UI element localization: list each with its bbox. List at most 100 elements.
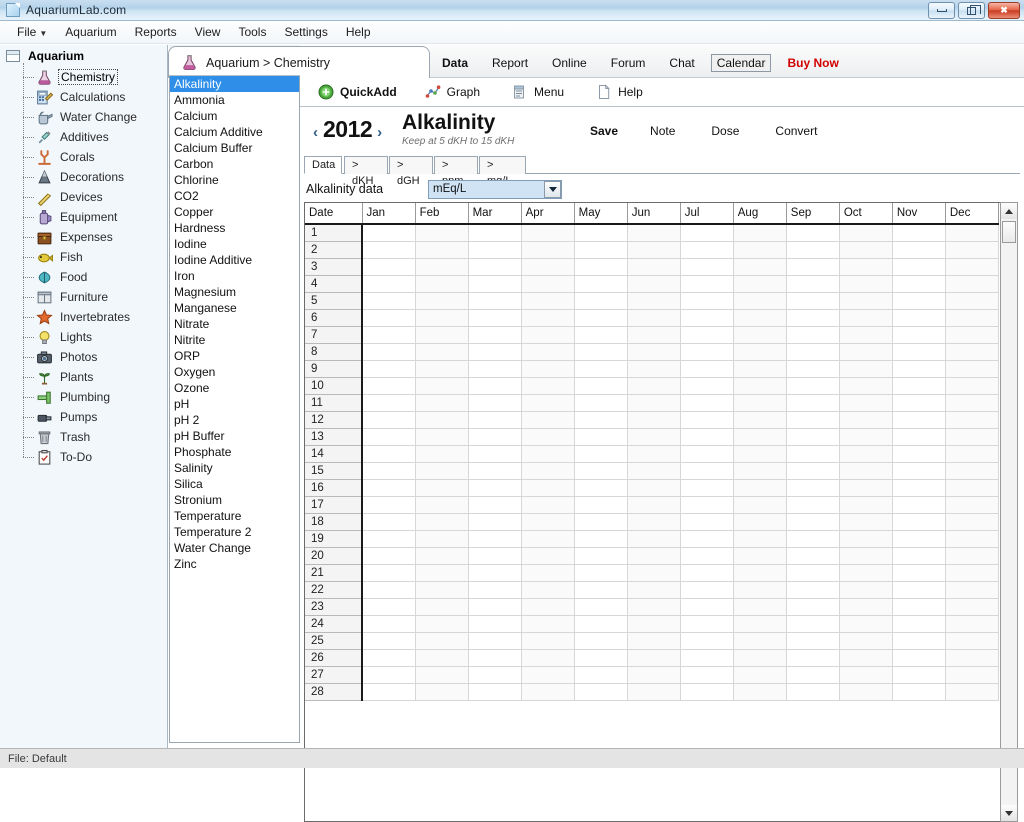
table-cell[interactable] (892, 496, 945, 513)
sidebar-item-devices[interactable]: Devices (22, 187, 167, 207)
chem-list-item-chlorine[interactable]: Chlorine (170, 172, 299, 188)
table-cell[interactable] (415, 547, 468, 564)
table-cell[interactable] (362, 377, 415, 394)
table-cell[interactable] (362, 479, 415, 496)
table-cell[interactable] (574, 649, 627, 666)
table-cell[interactable] (839, 632, 892, 649)
table-cell[interactable] (521, 479, 574, 496)
table-cell[interactable] (733, 547, 786, 564)
table-cell[interactable] (945, 292, 998, 309)
chem-list-item-ph-buffer[interactable]: pH Buffer (170, 428, 299, 444)
table-cell[interactable] (415, 326, 468, 343)
table-cell[interactable] (786, 445, 839, 462)
menu-item-reports[interactable]: Reports (126, 23, 186, 41)
table-cell[interactable] (627, 360, 680, 377)
table-cell[interactable] (627, 428, 680, 445)
table-cell[interactable] (521, 632, 574, 649)
note-button[interactable]: Note (650, 124, 675, 138)
chem-list-item-phosphate[interactable]: Phosphate (170, 444, 299, 460)
table-cell[interactable] (786, 258, 839, 275)
chem-list-item-nitrite[interactable]: Nitrite (170, 332, 299, 348)
table-cell[interactable] (574, 615, 627, 632)
table-cell[interactable] (415, 309, 468, 326)
table-cell[interactable] (680, 411, 733, 428)
scroll-up-button[interactable] (1001, 203, 1017, 219)
table-cell[interactable] (839, 496, 892, 513)
chem-list-item-ph-2[interactable]: pH 2 (170, 412, 299, 428)
table-cell[interactable] (521, 462, 574, 479)
table-cell[interactable] (733, 343, 786, 360)
table-cell[interactable] (839, 292, 892, 309)
table-cell[interactable] (574, 479, 627, 496)
table-cell[interactable] (574, 241, 627, 258)
table-cell[interactable] (680, 377, 733, 394)
table-cell[interactable] (362, 394, 415, 411)
table-cell[interactable] (415, 292, 468, 309)
unit-select[interactable]: mEq/L (428, 180, 562, 199)
table-cell[interactable] (362, 496, 415, 513)
table-cell[interactable] (521, 292, 574, 309)
table-cell[interactable] (839, 666, 892, 683)
table-cell[interactable] (680, 428, 733, 445)
chem-list-item-copper[interactable]: Copper (170, 204, 299, 220)
table-cell[interactable] (786, 564, 839, 581)
table-cell[interactable] (468, 241, 521, 258)
table-cell[interactable] (468, 496, 521, 513)
sidebar-item-decorations[interactable]: Decorations (22, 167, 167, 187)
chem-list-item-ozone[interactable]: Ozone (170, 380, 299, 396)
table-cell[interactable] (415, 360, 468, 377)
table-cell[interactable] (415, 632, 468, 649)
chem-list-item-nitrate[interactable]: Nitrate (170, 316, 299, 332)
table-cell[interactable] (362, 343, 415, 360)
table-cell[interactable] (839, 683, 892, 700)
table-cell[interactable] (468, 581, 521, 598)
table-cell[interactable] (574, 224, 627, 241)
table-cell[interactable] (839, 394, 892, 411)
table-cell[interactable] (468, 377, 521, 394)
chem-list-item-carbon[interactable]: Carbon (170, 156, 299, 172)
table-cell[interactable] (362, 445, 415, 462)
table-cell[interactable] (892, 343, 945, 360)
table-cell[interactable] (574, 547, 627, 564)
chem-list-item-alkalinity[interactable]: Alkalinity (170, 76, 299, 92)
table-cell[interactable] (892, 411, 945, 428)
table-cell[interactable] (892, 666, 945, 683)
table-cell[interactable] (733, 683, 786, 700)
table-cell[interactable] (574, 513, 627, 530)
quickadd-button[interactable]: QuickAdd (318, 84, 397, 100)
table-cell[interactable] (574, 275, 627, 292)
chem-list-item-ph[interactable]: pH (170, 396, 299, 412)
table-cell[interactable] (521, 598, 574, 615)
table-cell[interactable] (415, 513, 468, 530)
table-col-nov[interactable]: Nov (892, 203, 945, 224)
table-cell[interactable] (415, 377, 468, 394)
table-cell[interactable] (574, 292, 627, 309)
table-cell[interactable] (945, 275, 998, 292)
sidebar-item-additives[interactable]: Additives (22, 127, 167, 147)
table-cell[interactable] (733, 530, 786, 547)
table-cell[interactable] (574, 445, 627, 462)
table-cell[interactable] (945, 530, 998, 547)
table-cell[interactable] (733, 649, 786, 666)
table-cell[interactable] (733, 224, 786, 241)
table-cell[interactable] (786, 666, 839, 683)
table-cell[interactable] (945, 394, 998, 411)
table-cell[interactable] (468, 547, 521, 564)
table-cell[interactable] (733, 513, 786, 530)
table-cell[interactable] (786, 547, 839, 564)
tab-data[interactable]: Data (304, 156, 342, 174)
table-cell[interactable] (733, 666, 786, 683)
table-cell[interactable] (627, 632, 680, 649)
table-cell[interactable] (574, 258, 627, 275)
table-cell[interactable] (839, 275, 892, 292)
table-cell[interactable] (839, 598, 892, 615)
table-col-sep[interactable]: Sep (786, 203, 839, 224)
table-cell[interactable] (839, 360, 892, 377)
table-cell[interactable] (892, 326, 945, 343)
table-cell[interactable] (415, 445, 468, 462)
table-cell[interactable] (945, 241, 998, 258)
table-cell[interactable] (468, 292, 521, 309)
sidebar-item-fish[interactable]: Fish (22, 247, 167, 267)
table-cell[interactable] (680, 445, 733, 462)
table-cell[interactable] (839, 377, 892, 394)
